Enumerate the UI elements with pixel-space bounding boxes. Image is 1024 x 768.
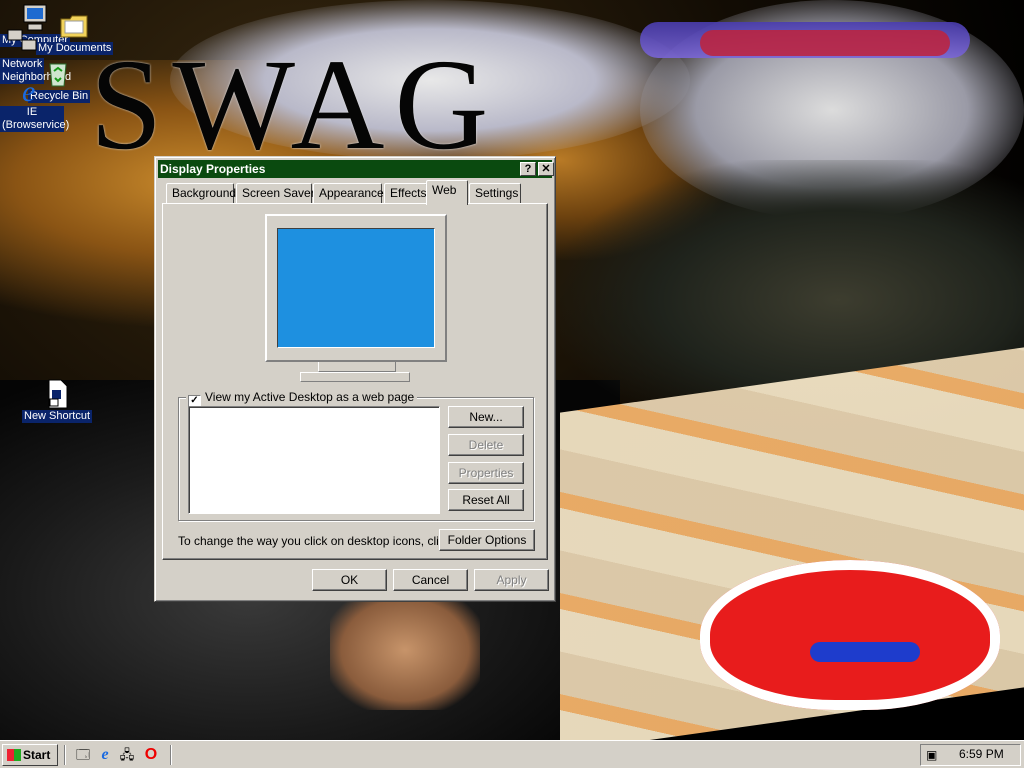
windows-logo-icon: [7, 749, 21, 761]
reset-all-button[interactable]: Reset All: [448, 489, 524, 511]
folder-options-button[interactable]: Folder Options: [439, 529, 535, 551]
tab-effects[interactable]: Effects: [384, 183, 427, 203]
apply-button[interactable]: Apply: [474, 569, 549, 591]
folder-options-prompt: To change the way you click on desktop i…: [178, 534, 455, 548]
new-button[interactable]: New...: [448, 406, 524, 428]
display-settings-tray-icon[interactable]: ▣: [926, 748, 940, 762]
help-button[interactable]: ?: [520, 162, 536, 176]
icon-label-line2: (Browservice): [0, 119, 70, 132]
close-button[interactable]: ✕: [538, 162, 554, 176]
monitor-preview-screen: [277, 228, 435, 348]
cancel-button[interactable]: Cancel: [393, 569, 468, 591]
desktop-icon-my-documents[interactable]: My Documents: [36, 10, 114, 55]
svg-text:e: e: [22, 75, 35, 106]
properties-button[interactable]: Properties: [448, 462, 524, 484]
show-desktop-icon[interactable]: 🗔: [74, 746, 92, 764]
taskbar-separator: [170, 745, 172, 765]
wallpaper-heart-glasses: [810, 642, 920, 662]
active-desktop-item-list[interactable]: [188, 406, 440, 514]
internet-explorer-quicklaunch-icon[interactable]: e: [96, 746, 114, 764]
clock[interactable]: 6:59 PM: [959, 747, 1004, 761]
icon-label: IE: [0, 106, 64, 119]
checkbox-label: View my Active Desktop as a web page: [205, 390, 415, 404]
shortcut-file-icon: [48, 379, 68, 409]
taskbar: Start 🗔 e 🖧 O ▣ 6:59 PM: [0, 740, 1024, 768]
ok-button[interactable]: OK: [312, 569, 387, 591]
monitor-stand-base: [300, 372, 410, 382]
delete-button[interactable]: Delete: [448, 434, 524, 456]
desktop-icon-ie[interactable]: e IE (Browservice): [0, 74, 70, 132]
active-desktop-checkbox[interactable]: ✓ View my Active Desktop as a web page: [186, 389, 418, 408]
wallpaper-title: SWAG: [90, 33, 499, 177]
taskbar-separator: [64, 745, 66, 765]
internet-explorer-icon: e: [22, 75, 35, 106]
tab-appearance[interactable]: Appearance: [313, 183, 384, 203]
dialog-title: Display Properties: [160, 162, 266, 176]
start-button[interactable]: Start: [2, 744, 58, 766]
system-tray: ▣ 6:59 PM: [920, 744, 1021, 766]
folder-icon: [60, 15, 88, 38]
dialog-titlebar[interactable]: Display Properties ? ✕: [158, 160, 554, 178]
start-label: Start: [23, 748, 51, 762]
icon-label: New Shortcut: [22, 410, 93, 423]
wallpaper-heart-character: [700, 560, 1000, 710]
desktop-icon-new-shortcut[interactable]: New Shortcut: [22, 378, 93, 423]
tab-web[interactable]: Web: [426, 180, 468, 205]
monitor-stand-neck: [318, 362, 396, 372]
tab-settings[interactable]: Settings: [469, 183, 521, 203]
tab-background[interactable]: Background: [166, 183, 236, 203]
wallpaper-torso: [330, 590, 480, 710]
wallpaper-cap-band: [700, 30, 950, 56]
opera-quicklaunch-icon[interactable]: O: [142, 746, 160, 764]
network-icon: [7, 29, 37, 51]
network-quicklaunch-icon[interactable]: 🖧: [118, 746, 136, 764]
icon-label: My Documents: [36, 42, 114, 55]
tab-screen-saver[interactable]: Screen Saver: [236, 183, 315, 203]
